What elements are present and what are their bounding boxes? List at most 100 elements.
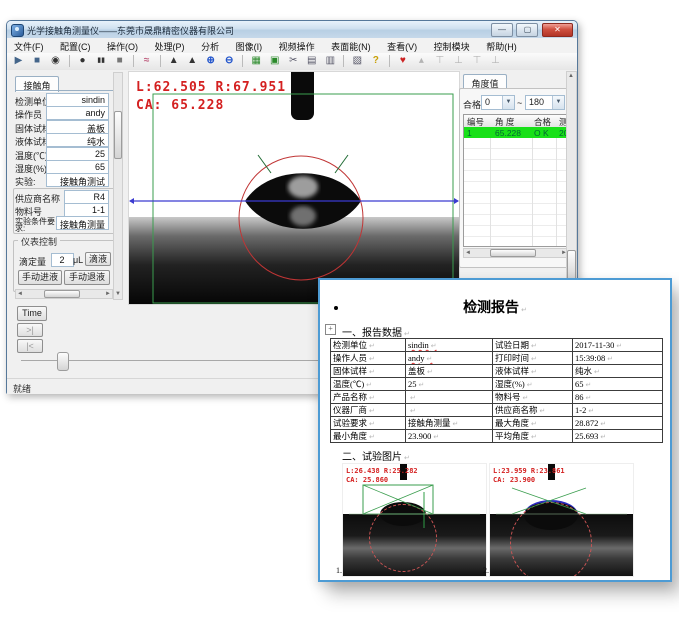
menu-control-module[interactable]: 控制模块 <box>427 38 477 53</box>
operator-input[interactable]: andy <box>46 106 109 120</box>
table-row: 操作人员andy 打印时间15:39:08 <box>331 352 663 365</box>
condition-input[interactable]: 接触角测量 <box>56 216 109 230</box>
report-section-images: 二、试验图片 <box>342 448 410 463</box>
report-title: 检测报告 <box>320 297 670 317</box>
minimize-button[interactable]: — <box>491 23 513 37</box>
print-icon[interactable]: ▧ <box>350 54 365 68</box>
pause-icon[interactable]: ▮▮ <box>94 54 109 68</box>
dispense-button[interactable]: 滴液 <box>85 252 111 266</box>
field-row: 检测单位 sindin <box>15 93 111 106</box>
menu-config[interactable]: 配置(C) <box>53 38 98 53</box>
timeline-slider-thumb[interactable] <box>57 352 69 371</box>
help-icon[interactable]: ? <box>368 54 383 68</box>
min-angle-combo[interactable]: 0▼ <box>481 95 515 110</box>
angle-tool-3-icon[interactable]: ⊥ <box>451 54 466 68</box>
ca-readout: CA: 23.900 <box>493 476 535 484</box>
ca-angle-readout: CA: 65.228 <box>136 98 224 113</box>
window-title: 光学接触角测量仪——东莞市晟鼎精密仪器有限公司 <box>27 24 234 37</box>
prev-frame-button[interactable]: |< <box>17 339 43 353</box>
manual-out-button[interactable]: 手动退液 <box>64 270 110 285</box>
supplier-input[interactable]: R4 <box>64 190 109 204</box>
field-row: 实验: 接触角测试 <box>15 173 111 186</box>
status-text: 就绪 <box>13 382 31 395</box>
video-icon[interactable]: ▦ <box>249 54 264 68</box>
zoom-in-icon[interactable]: ⊕ <box>203 54 218 68</box>
ca-readout: CA: 25.860 <box>346 476 388 484</box>
table-row: 固体试样盖板 液体试样纯水 <box>331 365 663 378</box>
drop-volume-input[interactable]: 2 <box>51 253 74 267</box>
video-view[interactable]: L:62.505 R:67.951 CA: 65.228 <box>128 71 460 305</box>
record-icon[interactable]: ● <box>75 54 90 68</box>
stop-icon[interactable]: ■ <box>30 54 45 68</box>
image-1-label: 1. <box>336 566 342 575</box>
temperature-input[interactable]: 25 <box>46 147 109 161</box>
menu-surface-energy[interactable]: 表面能(N) <box>324 38 378 53</box>
field-row: 液体试样 纯水 <box>15 133 111 146</box>
field-row: 操作员 andy <box>15 106 111 119</box>
menu-video-op[interactable]: 视频操作 <box>272 38 322 53</box>
play-icon[interactable]: ▶ <box>11 54 26 68</box>
cut-icon[interactable]: ✂ <box>286 54 301 68</box>
humidity-input[interactable]: 65 <box>46 160 109 174</box>
angle-tool-4-icon[interactable]: ⊤ <box>469 54 484 68</box>
angle-table-row-selected[interactable]: 1 65.228 O K 20 <box>464 127 568 138</box>
angle-table-hscrollbar[interactable]: ◄ ► <box>463 248 569 258</box>
menu-bar: 文件(F) 配置(C) 操作(O) 处理(P) 分析 图像(I) 视频操作 表面… <box>7 38 577 54</box>
field-row: 实验条件要求: 接触角测量 <box>15 216 111 232</box>
field-row: 物料号 1-1 <box>15 203 111 216</box>
experiment-input[interactable]: 接触角测试 <box>46 173 109 187</box>
move-up2-icon[interactable]: ▲ <box>185 54 200 68</box>
copy-icon[interactable]: ▤ <box>304 54 319 68</box>
tilde-label: ~ <box>517 98 522 108</box>
material-no-input[interactable]: 1-1 <box>64 203 109 217</box>
field-row: 固体试样 盖板 <box>15 120 111 133</box>
angle-table[interactable]: 编号 角 度 合格 测 1 65.228 O K 20 <box>463 114 569 247</box>
toolbar: ▶ ■ ◉ ● ▮▮ ■ ≈ ▲ ▲ ⊕ ⊖ ▦ ▣ ✂ ▤ ▥ ▧ ? ♥ ▴ <box>7 53 577 71</box>
tangent-left <box>258 155 271 173</box>
field-label: 实验: <box>15 175 36 188</box>
manual-in-button[interactable]: 手动进液 <box>18 270 62 285</box>
menu-analyze[interactable]: 分析 <box>194 38 226 53</box>
menu-operate[interactable]: 操作(O) <box>100 38 145 53</box>
camera-icon[interactable]: ◉ <box>48 54 63 68</box>
dose-icon[interactable]: ♥ <box>395 54 410 68</box>
microliter-unit: μL <box>73 255 83 265</box>
detect-unit-input[interactable]: sindin <box>46 93 109 107</box>
curve-icon[interactable]: ≈ <box>139 54 154 68</box>
liquid-sample-input[interactable]: 纯水 <box>46 133 109 147</box>
menu-view[interactable]: 查看(V) <box>380 38 424 53</box>
snapshot-icon[interactable]: ▣ <box>267 54 282 68</box>
menu-help[interactable]: 帮助(H) <box>479 38 524 53</box>
left-panel-hscrollbar[interactable]: ◄ ► <box>15 289 113 299</box>
title-bar[interactable]: 光学接触角测量仪——东莞市晟鼎精密仪器有限公司 — ▢ ✕ <box>7 21 577 38</box>
next-frame-button[interactable]: >| <box>17 323 43 337</box>
menu-process[interactable]: 处理(P) <box>148 38 192 53</box>
test-image-1: L:26.438 R:25.282 CA: 25.860 <box>342 463 487 577</box>
angle-tool-1-icon[interactable]: ▴ <box>414 54 429 68</box>
paste-icon[interactable]: ▥ <box>323 54 338 68</box>
time-button[interactable]: Time <box>17 306 47 321</box>
outline-expand-icon[interactable]: + <box>325 324 336 335</box>
stop-large-icon[interactable]: ■ <box>112 54 127 68</box>
table-row: 试验要求接触角测量 最大角度28.872 <box>331 417 663 430</box>
maximize-button[interactable]: ▢ <box>516 23 538 37</box>
report-window[interactable]: 检测报告 + 一、报告数据 检测单位sindin 试验日期2017-11-30 … <box>318 278 672 582</box>
angle-tool-5-icon[interactable]: ⊥ <box>488 54 503 68</box>
table-row: 产品名称 物料号86 <box>331 391 663 404</box>
table-row: 检测单位sindin 试验日期2017-11-30 <box>331 339 663 352</box>
left-panel-vscrollbar[interactable]: ▼ <box>113 72 123 300</box>
table-row: 最小角度23.900 平均角度25.693 <box>331 430 663 443</box>
zoom-out-icon[interactable]: ⊖ <box>222 54 237 68</box>
close-button[interactable]: ✕ <box>542 23 573 37</box>
angle-tool-2-icon[interactable]: ⊤ <box>432 54 447 68</box>
window-vscrollbar[interactable]: ▲ ▼ <box>566 71 577 305</box>
menu-file[interactable]: 文件(F) <box>7 38 51 53</box>
lr-readout: L:23.959 R:23.861 <box>493 467 565 475</box>
menu-image[interactable]: 图像(I) <box>229 38 270 53</box>
solid-sample-input[interactable]: 盖板 <box>46 120 109 134</box>
table-row: 仪器厂商 供应商名称1-2 <box>331 404 663 417</box>
test-image-2: L:23.959 R:23.861 CA: 23.900 <box>489 463 634 577</box>
max-angle-combo[interactable]: 180▼ <box>525 95 565 110</box>
move-up-icon[interactable]: ▲ <box>166 54 181 68</box>
field-row: 湿度(%) 65 <box>15 160 111 173</box>
